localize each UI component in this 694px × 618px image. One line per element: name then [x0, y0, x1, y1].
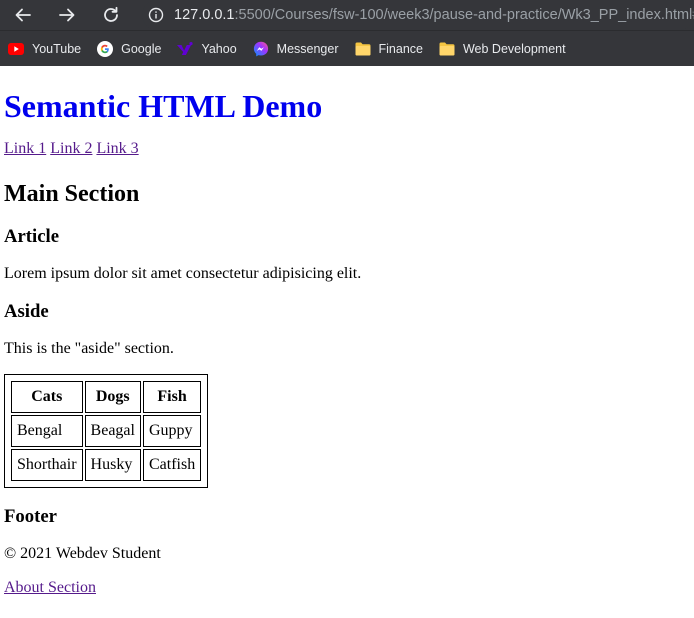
bookmark-yahoo[interactable]: Yahoo — [177, 36, 244, 62]
url-text: 127.0.0.1:5500/Courses/fsw-100/week3/pau… — [174, 7, 694, 23]
bookmark-label: Google — [121, 41, 162, 56]
url-host: 127.0.0.1 — [174, 7, 235, 23]
nav-link-2[interactable]: Link 2 — [50, 140, 92, 157]
table-cell: Guppy — [142, 415, 202, 447]
table-cell: Catfish — [142, 449, 202, 481]
table-cell: Beagal — [84, 415, 141, 447]
table-row: Shorthair Husky Catfish — [11, 449, 202, 481]
browser-chrome: 127.0.0.1:5500/Courses/fsw-100/week3/pau… — [0, 0, 694, 66]
bookmark-web-development[interactable]: Web Development — [439, 36, 574, 62]
table-cell: Husky — [84, 449, 141, 481]
google-icon — [97, 40, 114, 57]
table-cell: Shorthair — [11, 449, 83, 481]
bookmark-youtube[interactable]: YouTube — [8, 36, 89, 62]
bookmark-google[interactable]: Google — [97, 36, 169, 62]
table-header-row: Cats Dogs Fish — [11, 381, 202, 413]
bookmark-label: Messenger — [276, 41, 339, 56]
nav-link-3[interactable]: Link 3 — [96, 140, 138, 157]
article-text: Lorem ipsum dolor sit amet consectetur a… — [4, 265, 362, 282]
site-info-icon[interactable] — [148, 7, 164, 23]
table-header-cell: Fish — [142, 381, 202, 413]
nav-links: Link 1 Link 2 Link 3 — [4, 140, 690, 158]
url-path: :5500/Courses/fsw-100/week3/pause-and-pr… — [234, 7, 694, 23]
article-heading: Article — [4, 226, 60, 247]
table-row: Bengal Beagal Guppy — [11, 415, 202, 447]
bookmarks-bar: YouTube Google Yahoo Messenger Finance W… — [0, 30, 694, 66]
folder-icon — [439, 41, 455, 57]
table-cell: Bengal — [11, 415, 83, 447]
yahoo-icon — [177, 41, 194, 57]
address-bar[interactable]: 127.0.0.1:5500/Courses/fsw-100/week3/pau… — [142, 0, 694, 30]
messenger-icon — [253, 41, 269, 57]
page-title: Semantic HTML Demo — [4, 88, 323, 124]
pets-table: Cats Dogs Fish Bengal Beagal Guppy Short… — [4, 374, 209, 488]
footer-heading: Footer — [4, 506, 57, 527]
footer-text: © 2021 Webdev Student — [4, 545, 161, 562]
youtube-icon — [8, 41, 24, 57]
back-arrow-icon[interactable] — [10, 2, 36, 28]
table-header-cell: Dogs — [84, 381, 141, 413]
bookmark-finance[interactable]: Finance — [355, 36, 431, 62]
about-section-link[interactable]: About Section — [4, 579, 96, 596]
aside-heading: Aside — [4, 301, 49, 322]
bookmark-label: Web Development — [462, 41, 566, 56]
aside-text: This is the "aside" section. — [4, 340, 174, 357]
bookmark-label: YouTube — [32, 41, 82, 56]
forward-arrow-icon[interactable] — [54, 2, 80, 28]
about-link-container: About Section — [4, 579, 690, 597]
bookmark-messenger[interactable]: Messenger — [253, 36, 347, 62]
page-content: Semantic HTML Demo Link 1 Link 2 Link 3 … — [0, 88, 694, 597]
reload-icon[interactable] — [98, 2, 124, 28]
bookmark-label: Yahoo — [201, 41, 237, 56]
browser-toolbar: 127.0.0.1:5500/Courses/fsw-100/week3/pau… — [0, 0, 694, 30]
bookmark-label: Finance — [378, 41, 423, 56]
nav-link-1[interactable]: Link 1 — [4, 140, 46, 157]
folder-icon — [355, 41, 371, 57]
table-header-cell: Cats — [11, 381, 83, 413]
main-section-heading: Main Section — [4, 181, 140, 207]
